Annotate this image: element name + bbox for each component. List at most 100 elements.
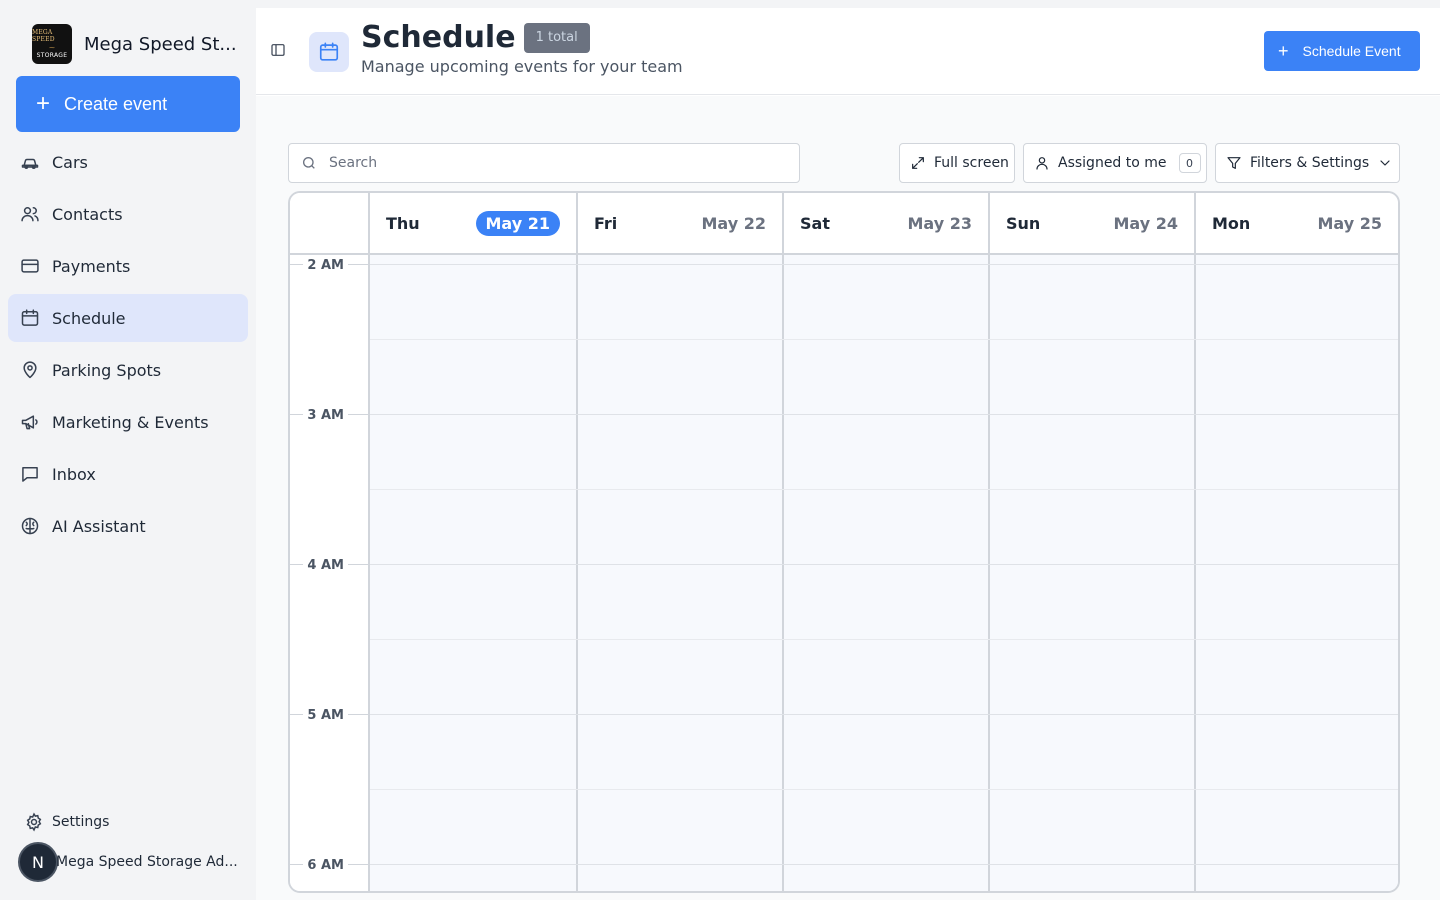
today-date-badge: May 21	[475, 210, 560, 236]
sidebar-item-label: Cars	[52, 152, 88, 172]
assigned-to-me-button[interactable]: Assigned to me 0	[1023, 143, 1207, 183]
half-hour-line	[370, 639, 1398, 640]
day-column-sat[interactable]	[784, 255, 990, 891]
day-date: May 25	[1317, 213, 1383, 233]
sidebar-item-payments[interactable]: Payments	[8, 242, 248, 290]
message-square-icon	[22, 467, 38, 482]
time-label: 3 AM	[303, 408, 348, 423]
brain-icon	[21, 517, 39, 535]
calendar-grid: 2 AM 3 AM 4 AM 5 AM 6 AM	[290, 255, 1398, 891]
week-calendar: Thu May 21 Fri May 22 Sat May 23 Sun May 24 Mon M…	[288, 191, 1400, 893]
credit-card-icon	[21, 259, 39, 273]
sidebar-item-label: Contacts	[52, 204, 123, 224]
settings-label: Settings	[52, 814, 110, 830]
org-logo: MEGA SPEED ~ STORAGE	[32, 24, 72, 64]
day-column-sun[interactable]	[990, 255, 1196, 891]
gear-icon	[26, 812, 42, 832]
schedule-event-label: Schedule Event	[1302, 43, 1401, 59]
page-subtitle: Manage upcoming events for your team	[361, 57, 683, 76]
half-hour-line	[370, 489, 1398, 490]
avatar: N	[18, 842, 58, 882]
calendar-icon	[309, 32, 349, 72]
create-event-button[interactable]: + Create event	[16, 76, 240, 132]
hour-line	[370, 714, 1398, 715]
hour-line	[370, 264, 1398, 265]
day-column-thu[interactable]	[370, 255, 578, 891]
car-icon	[21, 158, 39, 169]
sidebar-item-parking-spots[interactable]: Parking Spots	[8, 346, 248, 394]
user-name: Mega Speed Storage Ad...	[56, 854, 238, 870]
create-event-label: Create event	[64, 93, 168, 114]
page-header: Schedule 1 total Manage upcoming events …	[256, 8, 1440, 95]
sidebar-item-cars[interactable]: Cars	[8, 138, 248, 186]
time-gutter: 2 AM 3 AM 4 AM 5 AM 6 AM	[290, 255, 370, 891]
sidebar: MEGA SPEED ~ STORAGE Mega Speed St... + …	[0, 0, 256, 900]
page-title: Schedule	[361, 20, 516, 55]
fullscreen-button[interactable]: Full screen	[899, 143, 1015, 183]
main-panel: Schedule 1 total Manage upcoming events …	[256, 8, 1440, 900]
search-icon	[303, 157, 315, 169]
sidebar-item-marketing-events[interactable]: Marketing & Events	[8, 398, 248, 446]
user-menu[interactable]: N Mega Speed Storage Ad...	[18, 842, 238, 882]
time-label: 4 AM	[303, 558, 348, 573]
sidebar-item-label: Payments	[52, 256, 131, 276]
plus-icon: +	[1278, 40, 1289, 61]
org-switcher[interactable]: MEGA SPEED ~ STORAGE Mega Speed St...	[32, 24, 237, 64]
sidebar-item-label: Inbox	[52, 464, 96, 484]
megaphone-icon	[21, 415, 38, 430]
time-label: 5 AM	[303, 708, 348, 723]
day-header-sun[interactable]: Sun May 24	[990, 193, 1196, 253]
users-icon	[21, 207, 39, 222]
sidebar-item-label: Schedule	[52, 308, 126, 328]
sidebar-item-inbox[interactable]: Inbox	[8, 450, 248, 498]
day-name: Sun	[1006, 213, 1041, 233]
filters-settings-button[interactable]: Filters & Settings	[1215, 143, 1400, 183]
plus-icon: +	[36, 90, 51, 117]
sidebar-item-label: AI Assistant	[52, 516, 146, 536]
day-name: Fri	[594, 213, 618, 233]
schedule-event-button[interactable]: + Schedule Event	[1264, 31, 1420, 71]
day-header-fri[interactable]: Fri May 22	[578, 193, 784, 253]
day-date: May 22	[701, 213, 767, 233]
org-name: Mega Speed St...	[84, 33, 237, 55]
filters-label: Filters & Settings	[1250, 155, 1370, 171]
fullscreen-label: Full screen	[934, 155, 1009, 171]
hour-line	[370, 564, 1398, 565]
search-input[interactable]	[329, 155, 769, 171]
assigned-label: Assigned to me	[1058, 155, 1167, 171]
chevron-down-icon	[1380, 160, 1390, 166]
time-label: 6 AM	[303, 858, 348, 873]
map-pin-icon	[23, 361, 37, 379]
calendar-icon	[21, 309, 39, 326]
expand-icon	[912, 157, 924, 169]
day-name: Mon	[1212, 213, 1251, 233]
sidebar-nav: Cars Contacts Payments Schedule Parking …	[8, 138, 248, 554]
day-header-thu[interactable]: Thu May 21	[370, 193, 578, 253]
sidebar-item-contacts[interactable]: Contacts	[8, 190, 248, 238]
settings-link[interactable]: Settings	[24, 812, 109, 832]
sidebar-item-label: Parking Spots	[52, 360, 162, 380]
hour-line	[370, 414, 1398, 415]
calendar-header: Thu May 21 Fri May 22 Sat May 23 Sun May 24 Mon M…	[290, 193, 1398, 255]
calendar-toolbar: Full screen Assigned to me 0 Filters & S…	[288, 143, 1400, 183]
sidebar-item-label: Marketing & Events	[52, 412, 209, 432]
filter-icon	[1227, 157, 1241, 169]
schedule-content: Full screen Assigned to me 0 Filters & S…	[256, 96, 1440, 900]
day-date: May 23	[907, 213, 973, 233]
sidebar-item-ai-assistant[interactable]: AI Assistant	[8, 502, 248, 550]
user-icon	[1036, 157, 1048, 170]
day-column-mon[interactable]	[1196, 255, 1398, 891]
sidebar-item-schedule[interactable]: Schedule	[8, 294, 248, 342]
day-column-fri[interactable]	[578, 255, 784, 891]
day-name: Thu	[386, 213, 420, 233]
day-header-sat[interactable]: Sat May 23	[784, 193, 990, 253]
time-label: 2 AM	[303, 258, 348, 273]
time-gutter-header	[290, 193, 370, 253]
search-box[interactable]	[288, 143, 800, 183]
hour-line	[370, 864, 1398, 865]
half-hour-line	[370, 339, 1398, 340]
assigned-count-badge: 0	[1178, 153, 1201, 173]
day-header-mon[interactable]: Mon May 25	[1196, 193, 1398, 253]
day-date: May 24	[1113, 213, 1179, 233]
sidebar-toggle-icon[interactable]	[270, 42, 286, 58]
